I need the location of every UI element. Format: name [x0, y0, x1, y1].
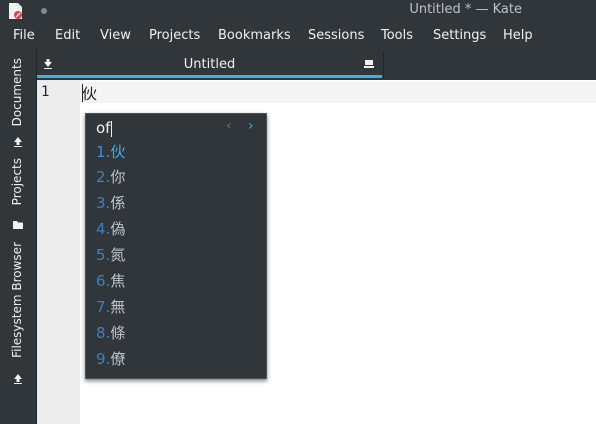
- candidate-item[interactable]: 8.條: [96, 322, 125, 344]
- sidebar-tab-projects[interactable]: Projects: [10, 158, 24, 205]
- upload-icon: [14, 374, 22, 384]
- line-number: 1: [41, 84, 50, 100]
- upload-icon: [14, 137, 22, 147]
- menu-tools[interactable]: Tools: [381, 28, 413, 43]
- preedit-text: of: [96, 119, 113, 137]
- preedit-cursor: [111, 120, 113, 137]
- menu-help[interactable]: Help: [503, 28, 533, 43]
- document-tab-bar: Untitled: [37, 52, 596, 78]
- text-cursor: [82, 84, 83, 102]
- menu-file[interactable]: File: [13, 28, 35, 43]
- left-sidebar: Documents Projects Filesystem Browser: [0, 48, 37, 424]
- tab-untitled[interactable]: Untitled: [37, 52, 382, 78]
- menu-projects[interactable]: Projects: [149, 28, 200, 43]
- chevron-left-icon[interactable]: ‹: [226, 118, 232, 134]
- window-title: Untitled * — Kate: [409, 2, 522, 17]
- menu-bar: File Edit View Projects Bookmarks Sessio…: [0, 24, 596, 48]
- menu-settings[interactable]: Settings: [433, 28, 486, 43]
- candidate-item[interactable]: 4.偽: [96, 218, 125, 240]
- candidate-item[interactable]: 9.僚: [96, 348, 125, 370]
- folder-icon: [13, 221, 23, 229]
- sidebar-tab-documents[interactable]: Documents: [10, 58, 24, 126]
- candidate-item[interactable]: 2.你: [96, 166, 125, 188]
- tab-separator: [383, 52, 384, 78]
- candidate-item[interactable]: 7.無: [96, 296, 125, 318]
- menu-view[interactable]: View: [100, 28, 131, 43]
- candidate-item[interactable]: 1.伙: [96, 141, 125, 163]
- menu-edit[interactable]: Edit: [55, 28, 80, 43]
- editor-text[interactable]: 伙: [82, 83, 97, 104]
- menu-sessions[interactable]: Sessions: [308, 28, 364, 43]
- menu-bookmarks[interactable]: Bookmarks: [218, 28, 291, 43]
- current-line-highlight: [80, 82, 596, 103]
- chevron-right-icon[interactable]: ›: [248, 118, 254, 134]
- tab-label: Untitled: [183, 57, 236, 72]
- candidate-item[interactable]: 6.焦: [96, 270, 125, 292]
- close-tab-icon[interactable]: [364, 59, 374, 68]
- line-number-gutter: 1: [37, 80, 80, 424]
- candidate-item[interactable]: 5.氮: [96, 244, 125, 266]
- input-method-candidate-popup: of ‹ › 1.伙 2.你 3.係 4.偽 5.氮 6.焦 7.無 8.條 9…: [85, 113, 267, 379]
- title-bar: Untitled * — Kate: [0, 0, 596, 22]
- sidebar-tab-filesystem-browser[interactable]: Filesystem Browser: [10, 242, 24, 358]
- candidate-item[interactable]: 3.係: [96, 192, 125, 214]
